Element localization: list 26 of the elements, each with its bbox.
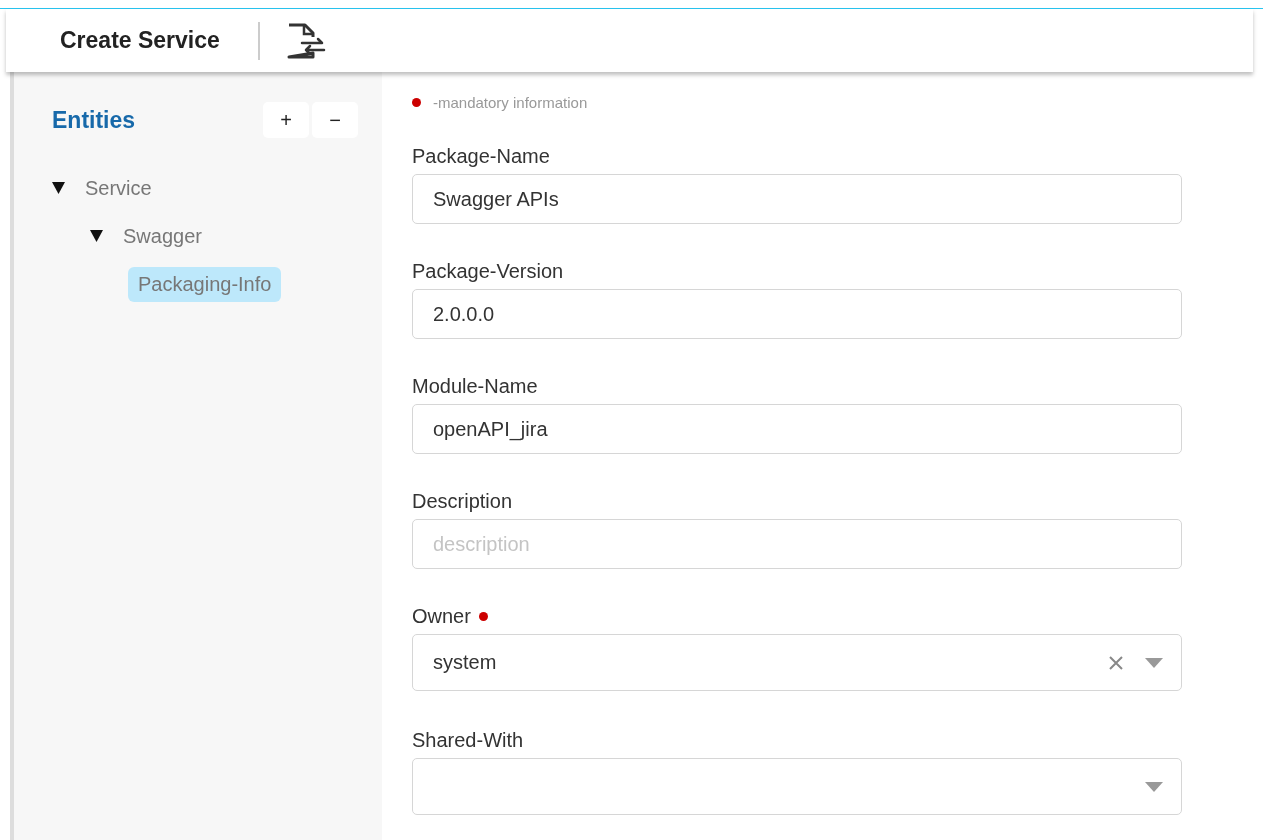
sidebar-title: Entities xyxy=(52,106,136,134)
caret-icon[interactable] xyxy=(1145,657,1163,668)
triangle-icon[interactable] xyxy=(52,182,65,194)
required-dot xyxy=(412,98,421,107)
field-label: Package-Version xyxy=(412,260,564,283)
input-field[interactable]: 2.0.0.0 xyxy=(412,289,1182,339)
legend-text: -mandatory information xyxy=(433,94,588,111)
field-label: Shared-With xyxy=(412,729,524,752)
tree-button[interactable]: − xyxy=(312,102,358,138)
select-field[interactable] xyxy=(412,758,1182,815)
select-value: system xyxy=(433,651,498,674)
input-field[interactable]: openAPI_jira xyxy=(412,404,1182,454)
select-field[interactable]: system xyxy=(412,634,1182,691)
input-field[interactable]: description xyxy=(412,519,1182,569)
tree-button[interactable]: + xyxy=(263,102,309,138)
triangle-icon[interactable] xyxy=(90,230,103,242)
field-label: Description xyxy=(412,490,513,513)
clear-icon[interactable] xyxy=(1109,655,1123,670)
field-label: Owner xyxy=(412,605,471,628)
caret-icon[interactable] xyxy=(1145,781,1163,792)
page-title: Create Service xyxy=(60,27,220,54)
field-label: Package-Name xyxy=(412,145,550,168)
input-field[interactable]: Swagger APIs xyxy=(412,174,1182,224)
field-label: Module-Name xyxy=(412,375,538,398)
tree-item[interactable]: Service xyxy=(85,176,152,200)
tree-item[interactable]: Swagger xyxy=(123,224,202,248)
